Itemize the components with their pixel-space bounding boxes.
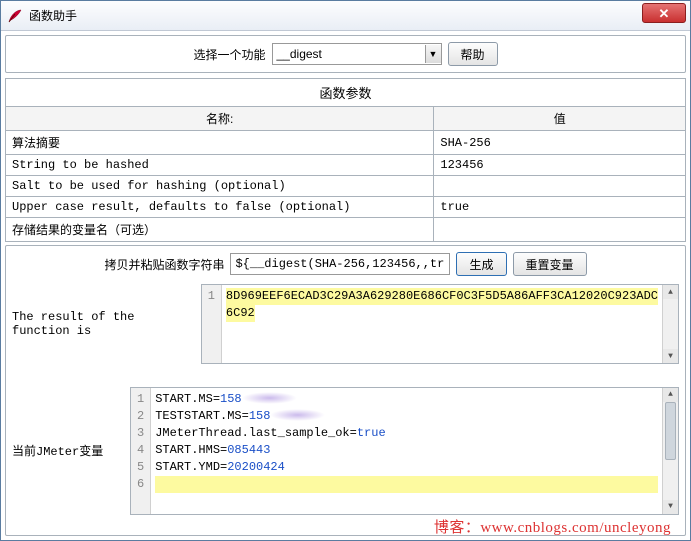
function-string-field[interactable] [230,253,450,275]
scroll-up-icon: ▲ [663,388,678,402]
select-function-label: 选择一个功能 [193,46,265,63]
param-name: 存储结果的变量名（可选） [6,218,434,242]
chevron-down-icon: ▼ [425,45,441,63]
watermark: 博客：www.cnblogs.com/uncleyong [434,516,671,537]
col-name-header: 名称: [6,107,434,131]
params-section-title: 函数参数 [5,78,686,106]
params-table: 名称: 值 算法摘要SHA-256 String to be hashed123… [5,106,686,242]
result-textarea[interactable]: 1 8D969EEF6ECAD3C29A3A629280E686CF0C3F5D… [201,284,679,364]
close-button[interactable]: ✕ [642,3,686,23]
param-value[interactable] [434,176,686,197]
reset-vars-button[interactable]: 重置变量 [513,252,587,276]
result-text: 8D969EEF6ECAD3C29A3A629280E686CF0C3F5D5A… [226,289,658,303]
redacted-blur [270,409,325,421]
table-row: Salt to be used for hashing (optional) [6,176,686,197]
paste-row: 拷贝并粘贴函数字符串 生成 重置变量 [12,252,679,276]
close-icon: ✕ [659,7,670,20]
code-lines: 8D969EEF6ECAD3C29A3A629280E686CF0C3F5D5A… [222,285,662,363]
paste-label: 拷贝并粘贴函数字符串 [104,256,224,273]
content-area: 选择一个功能 __digest ▼ 帮助 函数参数 名称: 值 算法摘要SHA-… [1,31,690,540]
gutter: 1 [202,285,222,363]
gutter: 123456 [131,388,151,514]
scrollbar-vertical[interactable]: ▲ ▼ [662,388,678,514]
scroll-up-icon: ▲ [663,285,678,299]
function-dropdown[interactable]: __digest ▼ [272,43,442,65]
feather-icon [7,8,23,24]
table-row: 存储结果的变量名（可选） [6,218,686,242]
scroll-thumb[interactable] [665,402,676,460]
params-section: 函数参数 名称: 值 算法摘要SHA-256 String to be hash… [5,76,686,242]
titlebar: 函数助手 ✕ [1,1,690,31]
params-header-row: 名称: 值 [6,107,686,131]
function-dropdown-value: __digest [277,47,322,61]
vars-row: 当前JMeter变量 123456 START.MS=158 TESTSTART… [12,372,679,529]
result-label: The result of the function is [12,310,195,338]
scroll-down-icon: ▼ [663,349,678,363]
redacted-blur [242,392,297,404]
vars-textarea[interactable]: 123456 START.MS=158 TESTSTART.MS=158 JMe… [130,387,679,515]
code-lines: START.MS=158 TESTSTART.MS=158 JMeterThre… [151,388,662,514]
table-row: Upper case result, defaults to false (op… [6,197,686,218]
window-title: 函数助手 [29,7,77,24]
scroll-down-icon: ▼ [663,500,678,514]
scrollbar-vertical[interactable]: ▲ ▼ [662,285,678,363]
param-value[interactable]: true [434,197,686,218]
vars-label: 当前JMeter变量 [12,442,124,459]
param-name: Salt to be used for hashing (optional) [6,176,434,197]
table-row: String to be hashed123456 [6,155,686,176]
param-value[interactable]: 123456 [434,155,686,176]
result-text: 6C92 [226,306,255,320]
param-name: Upper case result, defaults to false (op… [6,197,434,218]
result-row: The result of the function is 1 8D969EEF… [12,284,679,364]
param-value[interactable]: SHA-256 [434,131,686,155]
param-name: String to be hashed [6,155,434,176]
param-value[interactable] [434,218,686,242]
window-frame: 函数助手 ✕ 选择一个功能 __digest ▼ 帮助 函数参数 名称: 值 算… [0,0,691,541]
param-name: 算法摘要 [6,131,434,155]
function-selector-box: 选择一个功能 __digest ▼ 帮助 [5,35,686,73]
col-value-header: 值 [434,107,686,131]
table-row: 算法摘要SHA-256 [6,131,686,155]
generate-button[interactable]: 生成 [456,252,506,276]
help-button[interactable]: 帮助 [448,42,498,66]
output-box: 拷贝并粘贴函数字符串 生成 重置变量 The result of the fun… [5,245,686,536]
